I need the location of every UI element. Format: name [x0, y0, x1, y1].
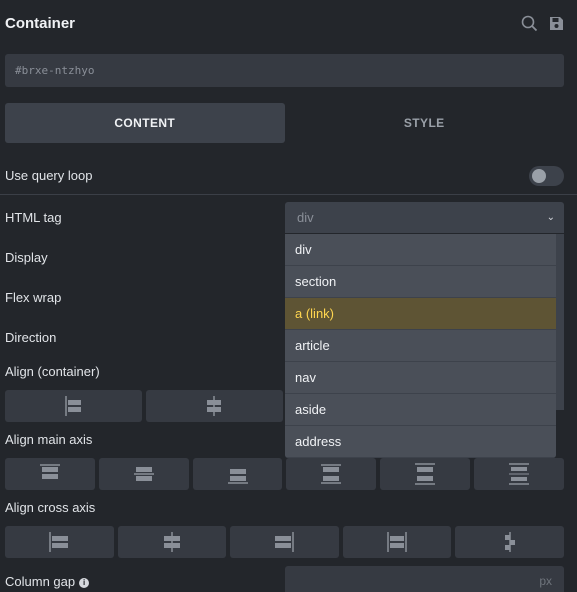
display-label: Display: [5, 250, 48, 265]
align-container-start-button[interactable]: [5, 390, 142, 422]
cross-axis-end-button[interactable]: [230, 526, 339, 558]
align-container-label: Align (container): [5, 364, 100, 379]
html-tag-label: HTML tag: [5, 210, 62, 225]
dropdown-option-section[interactable]: section: [285, 266, 556, 298]
panel-tabs: CONTENT STYLE: [5, 103, 564, 143]
column-gap-label-text: Column gap: [5, 574, 76, 589]
dropdown-scrollbar[interactable]: [556, 234, 564, 458]
cross-axis-baseline-button[interactable]: [455, 526, 564, 558]
align-main-axis-buttons: [5, 458, 564, 490]
align-container-center-button[interactable]: [145, 390, 283, 422]
container-settings-panel: Container #brxe-ntzhyo CONTENT STYLE Use…: [0, 0, 577, 592]
dropdown-option-nav[interactable]: nav: [285, 362, 556, 394]
info-icon[interactable]: i: [79, 578, 90, 588]
cross-axis-center-button[interactable]: [117, 526, 227, 558]
dropdown-option-aside[interactable]: aside: [285, 394, 556, 426]
cross-axis-start-button[interactable]: [5, 526, 114, 558]
dropdown-option-link[interactable]: a (link): [285, 298, 556, 330]
query-loop-label: Use query loop: [5, 168, 93, 183]
tab-style[interactable]: STYLE: [285, 103, 565, 143]
element-id-field[interactable]: #brxe-ntzhyo: [5, 54, 564, 87]
section-divider: [0, 194, 577, 195]
main-axis-space-between-button[interactable]: [286, 458, 377, 490]
dropdown-option-address[interactable]: address: [285, 426, 556, 458]
cross-axis-stretch-button[interactable]: [342, 526, 452, 558]
column-gap-input[interactable]: px: [285, 566, 564, 592]
header-icons: [521, 15, 565, 32]
align-cross-axis-label: Align cross axis: [5, 500, 96, 515]
save-icon[interactable]: [548, 15, 565, 32]
chevron-down-icon: ⌄: [546, 212, 555, 223]
main-axis-space-around-button[interactable]: [380, 458, 471, 490]
main-axis-start-button[interactable]: [5, 458, 95, 490]
flex-wrap-label: Flex wrap: [5, 290, 62, 305]
main-axis-center-button[interactable]: [98, 458, 189, 490]
query-loop-toggle[interactable]: [529, 166, 564, 186]
column-gap-label: Column gap i: [5, 574, 90, 589]
dropdown-option-div[interactable]: div: [285, 234, 556, 266]
toggle-knob: [532, 169, 546, 183]
html-tag-dropdown: div section a (link) article nav aside a…: [285, 234, 556, 458]
align-cross-axis-buttons: [5, 526, 564, 558]
html-tag-value: div: [297, 210, 314, 225]
column-gap-unit: px: [539, 574, 552, 588]
align-main-axis-label: Align main axis: [5, 432, 93, 447]
direction-label: Direction: [5, 330, 57, 345]
panel-title: Container: [5, 15, 76, 32]
dropdown-option-article[interactable]: article: [285, 330, 556, 362]
main-axis-space-evenly-button[interactable]: [474, 458, 564, 490]
search-icon[interactable]: [521, 15, 538, 32]
panel-header: Container: [5, 13, 565, 35]
tab-content[interactable]: CONTENT: [5, 103, 285, 143]
main-axis-end-button[interactable]: [192, 458, 283, 490]
scrollbar-thumb[interactable]: [556, 234, 564, 410]
html-tag-select[interactable]: div ⌄: [285, 202, 564, 233]
